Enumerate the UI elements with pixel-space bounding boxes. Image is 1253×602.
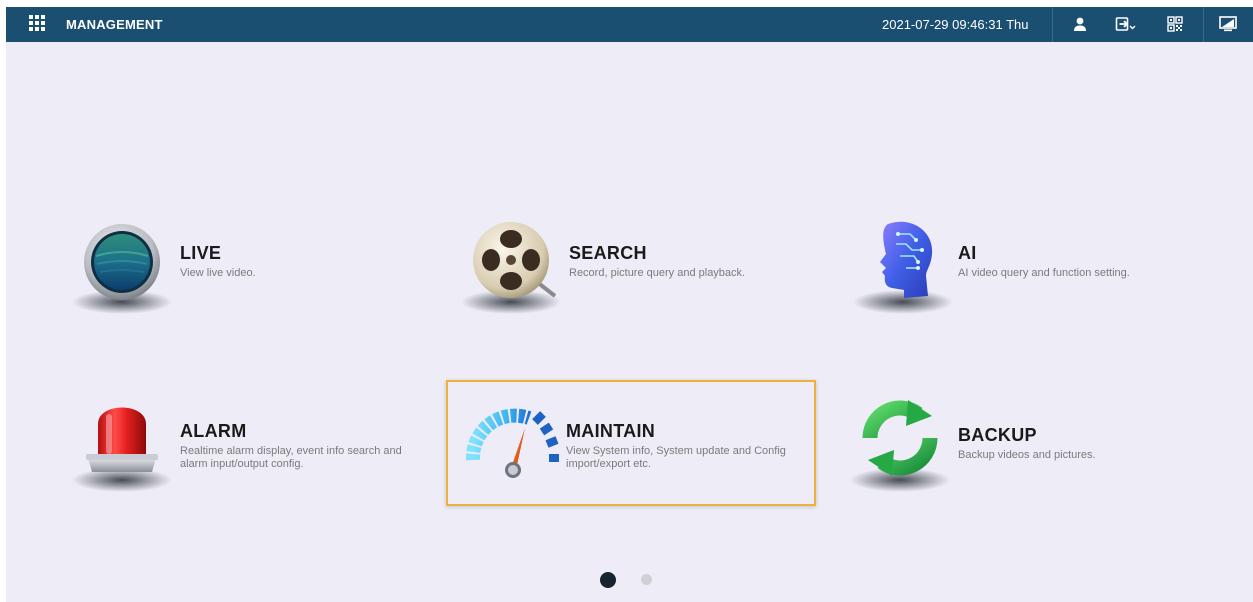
desktop-icon[interactable] (1216, 13, 1240, 35)
tile-alarm[interactable]: ALARM Realtime alarm display, event info… (62, 380, 432, 506)
logout-icon[interactable] (1114, 13, 1138, 35)
user-icon[interactable] (1068, 13, 1092, 35)
film-reel-icon (459, 210, 563, 316)
menu-grid-icon[interactable] (29, 15, 45, 31)
refresh-arrows-icon (848, 388, 952, 494)
tile-maintain[interactable]: MAINTAIN View System info, System update… (446, 380, 816, 506)
datetime-display: 2021-07-29 09:46:31 Thu (882, 17, 1029, 32)
tile-search[interactable]: SEARCH Record, picture query and playbac… (451, 202, 821, 328)
tile-live[interactable]: LIVE View live video. (62, 202, 432, 328)
tile-description: Backup videos and pictures. (958, 449, 1096, 461)
page-dot-2[interactable] (641, 574, 652, 585)
page-dot-1[interactable] (600, 572, 616, 588)
tile-description: View System info, System update and Conf… (566, 445, 786, 470)
app-title: MANAGEMENT (66, 17, 163, 32)
tile-description: View live video. (180, 267, 256, 279)
tile-title: MAINTAIN (566, 421, 656, 441)
management-screen: MANAGEMENT 2021-07-29 09:46:31 Thu LIVE … (6, 7, 1253, 602)
top-bar: MANAGEMENT 2021-07-29 09:46:31 Thu (6, 7, 1253, 42)
tile-title: SEARCH (569, 243, 647, 263)
tile-backup[interactable]: BACKUP Backup videos and pictures. (840, 380, 1210, 506)
tile-title: LIVE (180, 243, 222, 263)
tile-title: BACKUP (958, 425, 1037, 445)
tile-title: AI (958, 243, 977, 263)
divider (1052, 7, 1053, 42)
alarm-light-icon (70, 388, 174, 494)
tile-description: AI video query and function setting. (958, 267, 1130, 279)
speedometer-icon (459, 388, 563, 494)
qr-code-icon[interactable] (1163, 13, 1187, 35)
tile-ai[interactable]: AI AI video query and function setting. (840, 202, 1210, 328)
tile-description: Record, picture query and playback. (569, 267, 746, 279)
ai-head-icon (848, 210, 953, 316)
divider (1203, 7, 1204, 42)
tile-title: ALARM (180, 421, 247, 441)
tile-description: Realtime alarm display, event info searc… (180, 445, 402, 470)
live-camera-icon (70, 210, 174, 316)
